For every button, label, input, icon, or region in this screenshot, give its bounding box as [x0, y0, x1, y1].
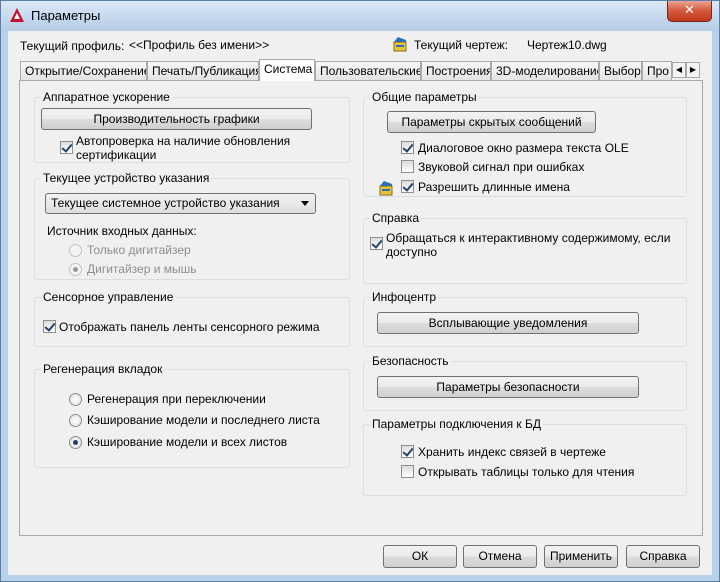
hardware-acceleration-title: Аппаратное ускорение: [41, 90, 172, 104]
touch-ribbon-label: Отображать панель ленты сенсорного режим…: [59, 320, 320, 334]
help-title: Справка: [370, 211, 422, 225]
general-options-group: Общие параметры Параметры скрытых сообще…: [363, 90, 687, 197]
profile-label: Текущий профиль:: [20, 39, 125, 53]
ole-text-size-label: Диалоговое окно размера текста OLE: [418, 141, 629, 155]
window-title: Параметры: [31, 8, 101, 23]
title-bar[interactable]: Параметры ✕: [1, 1, 719, 31]
infocenter-group: Инфоцентр Всплывающие уведомления: [363, 290, 687, 347]
tab-scroll-left-icon[interactable]: ◀: [672, 62, 686, 78]
touch-group: Сенсорное управление Отображать панель л…: [34, 290, 350, 347]
chevron-down-icon: [301, 201, 309, 206]
cache-model-last-layout-label: Кэширование модели и последнего листа: [87, 413, 320, 427]
system-tab-panel: Аппаратное ускорение Производительность …: [19, 80, 703, 536]
tab-drafting[interactable]: Построения: [421, 61, 491, 80]
layout-regen-group: Регенерация вкладок Регенерация при пере…: [34, 362, 350, 468]
cache-model-all-layouts-label: Кэширование модели и всех листов: [87, 435, 288, 449]
tab-3d-modeling[interactable]: 3D-моделирование: [491, 61, 599, 80]
layout-regen-title: Регенерация вкладок: [41, 362, 165, 376]
tab-profiles[interactable]: Про: [642, 61, 672, 80]
security-options-button[interactable]: Параметры безопасности: [377, 376, 639, 398]
drawing-label: Текущий чертеж:: [414, 38, 508, 52]
digitizer-only-label: Только дигитайзер: [87, 243, 191, 257]
security-group: Безопасность Параметры безопасности: [363, 354, 687, 411]
tab-selection[interactable]: Выбор: [599, 61, 642, 80]
graphics-performance-button[interactable]: Производительность графики: [41, 108, 312, 130]
regen-on-switch-radio[interactable]: [69, 393, 82, 406]
regen-on-switch-label: Регенерация при переключении: [87, 392, 266, 406]
online-content-checkbox[interactable]: [370, 237, 383, 250]
online-content-label-line1: Обращаться к интерактивному содержимому,…: [386, 231, 671, 245]
touch-title: Сенсорное управление: [41, 290, 176, 304]
infocenter-title: Инфоцентр: [370, 290, 439, 304]
tab-user-preferences[interactable]: Пользовательские: [315, 61, 421, 80]
db-connectivity-title: Параметры подключения к БД: [370, 417, 544, 431]
read-only-tables-checkbox[interactable]: [401, 465, 414, 478]
pointing-device-title: Текущее устройство указания: [41, 171, 212, 185]
help-group: Справка Обращаться к интерактивному соде…: [363, 211, 687, 284]
tab-system[interactable]: Система: [259, 59, 315, 81]
drawing-value: Чертеж10.dwg: [527, 38, 607, 52]
tab-scroll-right-icon[interactable]: ▶: [686, 62, 700, 78]
beep-on-error-label: Звуковой сигнал при ошибках: [418, 160, 585, 174]
long-names-checkbox[interactable]: [401, 180, 414, 193]
input-source-label: Источник входных данных:: [47, 224, 197, 238]
db-connectivity-group: Параметры подключения к БД Хранить индек…: [363, 417, 687, 496]
profile-value: <<Профиль без имени>>: [129, 38, 270, 52]
hardware-acceleration-group: Аппаратное ускорение Производительность …: [34, 90, 350, 163]
help-button[interactable]: Справка: [626, 545, 700, 568]
general-options-title: Общие параметры: [370, 90, 479, 104]
read-only-tables-label: Открывать таблицы только для чтения: [418, 465, 635, 479]
balloon-notifications-button[interactable]: Всплывающие уведомления: [377, 312, 639, 334]
close-button[interactable]: ✕: [667, 1, 712, 22]
digitizer-and-mouse-radio[interactable]: [69, 263, 82, 276]
digitizer-only-radio[interactable]: [69, 244, 82, 257]
autocad-logo-icon: [10, 8, 24, 22]
tab-strip: Открытие/Сохранение Печать/Публикация Си…: [20, 59, 704, 81]
pointing-device-dropdown[interactable]: Текущее системное устройство указания: [45, 193, 316, 214]
auto-check-certification-checkbox[interactable]: [60, 141, 73, 154]
auto-check-certification-label-line1: Автопроверка на наличие обновления: [76, 134, 291, 148]
beep-on-error-checkbox[interactable]: [401, 160, 414, 173]
options-dialog: Параметры ✕ Текущий профиль: <<Профиль б…: [0, 0, 720, 582]
cancel-button[interactable]: Отмена: [463, 545, 537, 568]
ok-button[interactable]: ОК: [383, 545, 457, 568]
tab-open-save[interactable]: Открытие/Сохранение: [20, 61, 147, 80]
hidden-messages-button[interactable]: Параметры скрытых сообщений: [387, 111, 596, 133]
long-names-label: Разрешить длинные имена: [418, 180, 570, 194]
cache-model-all-layouts-radio[interactable]: [69, 436, 82, 449]
digitizer-and-mouse-label: Дигитайзер и мышь: [87, 262, 197, 276]
dialog-client-area: Текущий профиль: <<Профиль без имени>> Т…: [8, 31, 712, 575]
tab-plot-publish[interactable]: Печать/Публикация: [147, 61, 259, 80]
pointing-device-value: Текущее системное устройство указания: [51, 196, 280, 210]
apply-button[interactable]: Применить: [544, 545, 618, 568]
touch-ribbon-checkbox[interactable]: [43, 320, 56, 333]
security-title: Безопасность: [370, 354, 451, 368]
ole-text-size-checkbox[interactable]: [401, 141, 414, 154]
store-links-index-label: Хранить индекс связей в чертеже: [418, 445, 606, 459]
online-content-label-line2: доступно: [386, 245, 438, 259]
store-links-index-checkbox[interactable]: [401, 445, 414, 458]
pointing-device-group: Текущее устройство указания Текущее сист…: [34, 171, 350, 280]
drawing-settings-icon: [379, 181, 393, 196]
auto-check-certification-label-line2: сертификации: [76, 148, 157, 162]
drawing-file-icon: [393, 37, 407, 52]
cache-model-last-layout-radio[interactable]: [69, 414, 82, 427]
